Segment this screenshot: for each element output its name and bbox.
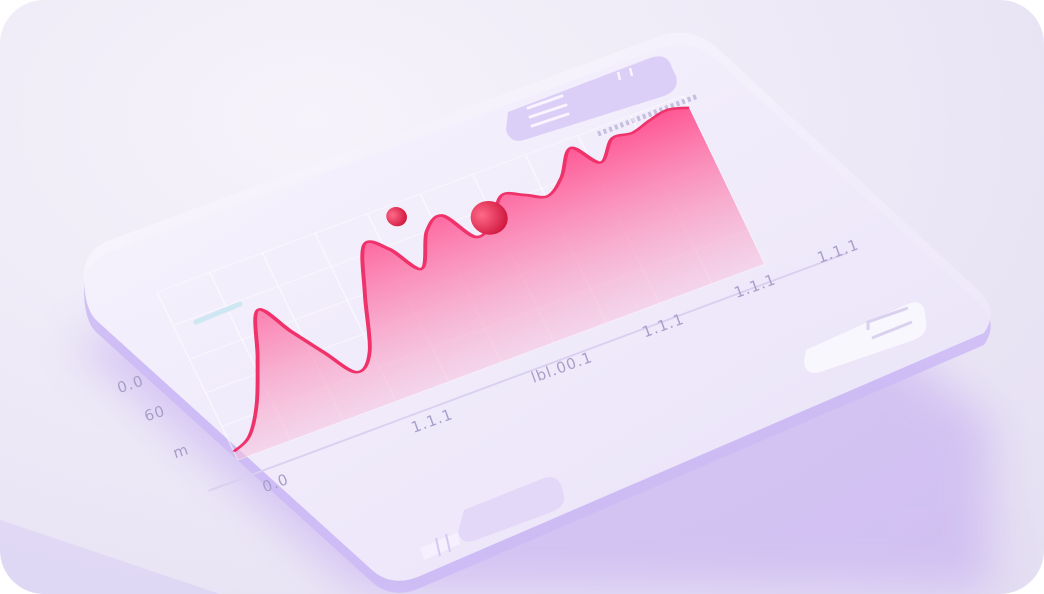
y-tick-label: m	[171, 440, 191, 462]
glare	[0, 520, 220, 594]
dashboard-illustration: 0.060m 0.01.1.1lbl.00.11.1.11.1.11.1.1	[0, 32, 991, 594]
scene-background: 0.0 60 m 0.0 1.1.1 lbl.00.1 1.1.1 1.1.1 1.1.1	[0, 0, 1044, 594]
